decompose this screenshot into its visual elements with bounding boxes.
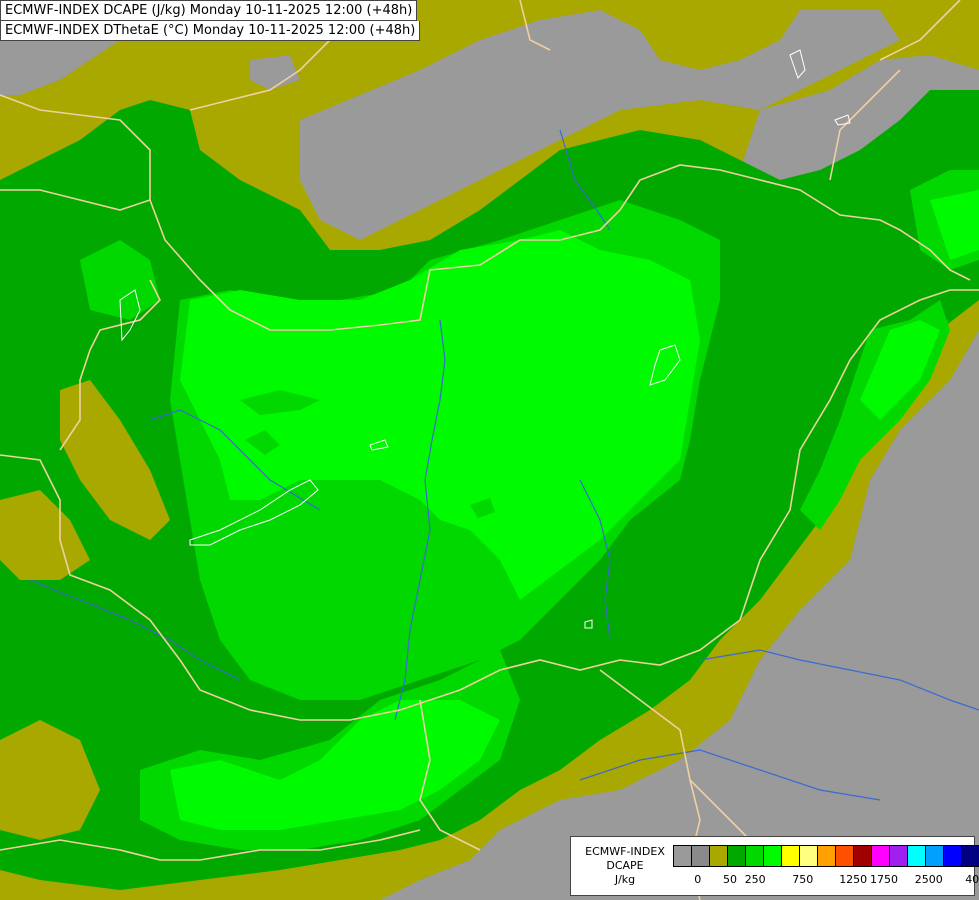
legend-swatch bbox=[961, 845, 979, 867]
legend-swatch bbox=[799, 845, 818, 867]
legend-swatch bbox=[871, 845, 890, 867]
legend-swatch bbox=[835, 845, 854, 867]
title-dcape: ECMWF-INDEX DCAPE (J/kg) Monday 10-11-20… bbox=[0, 0, 418, 21]
color-legend: ECMWF-INDEX DCAPE J/kg 0 50 250 750 1250 1750… bbox=[570, 836, 979, 896]
legend-swatch bbox=[727, 845, 746, 867]
legend-swatch bbox=[889, 845, 908, 867]
legend-swatch bbox=[709, 845, 728, 867]
legend-title-line-2: DCAPE bbox=[606, 859, 644, 872]
legend-swatch bbox=[925, 845, 944, 867]
legend-title: ECMWF-INDEX DCAPE J/kg bbox=[575, 845, 675, 887]
dcape-map bbox=[0, 0, 979, 900]
legend-swatch bbox=[763, 845, 782, 867]
legend-tick: 1750 bbox=[870, 873, 898, 886]
legend-tick: 2500 bbox=[914, 873, 943, 886]
legend-tick: 750 bbox=[792, 873, 814, 886]
legend-swatch bbox=[691, 845, 710, 867]
legend-ticks: 0 50 250 750 12501750 2500 4000 bbox=[674, 873, 979, 889]
legend-swatch bbox=[781, 845, 800, 867]
legend-swatches bbox=[673, 845, 979, 867]
legend-swatch bbox=[907, 845, 926, 867]
legend-swatch bbox=[853, 845, 872, 867]
legend-tick: 250 bbox=[744, 873, 766, 886]
map-titles: ECMWF-INDEX DCAPE (J/kg) Monday 10-11-20… bbox=[0, 0, 421, 41]
legend-title-line-1: ECMWF-INDEX bbox=[585, 845, 665, 858]
legend-tick: 0 bbox=[694, 873, 702, 886]
legend-swatch bbox=[817, 845, 836, 867]
legend-tick: 50 bbox=[723, 873, 737, 886]
legend-swatch bbox=[943, 845, 962, 867]
legend-tick: 1250 bbox=[839, 873, 868, 886]
legend-tick: 4000 bbox=[965, 873, 979, 886]
legend-title-line-3: J/kg bbox=[614, 873, 636, 886]
legend-swatch bbox=[745, 845, 764, 867]
title-dthetae: ECMWF-INDEX DThetaE (°C) Monday 10-11-20… bbox=[0, 21, 421, 41]
legend-swatch bbox=[673, 845, 692, 867]
